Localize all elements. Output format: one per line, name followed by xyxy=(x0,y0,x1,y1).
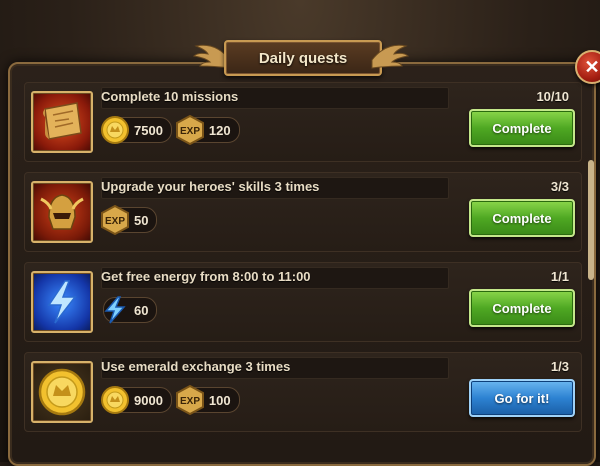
wing-ornament-icon xyxy=(371,44,410,69)
scrollbar[interactable] xyxy=(588,160,594,280)
reward-exp: EXP 100 xyxy=(175,385,240,415)
energy-bolt-icon xyxy=(104,296,126,324)
quest-progress: 3/3 xyxy=(550,179,569,194)
quest-title: Complete 10 missions xyxy=(101,89,239,104)
quest-title: Use emerald exchange 3 times xyxy=(101,359,291,374)
svg-text:EXP: EXP xyxy=(180,396,200,407)
reward-exp: EXP 50 xyxy=(101,205,158,235)
quest-row: Get free energy from 8:00 to 11:00 1/1 6… xyxy=(24,262,582,342)
gold-coin-icon xyxy=(101,386,129,414)
window-title: Daily quests xyxy=(258,49,348,67)
gold-coin-icon xyxy=(101,116,129,144)
svg-text:EXP: EXP xyxy=(180,126,200,137)
quest-row: Use emerald exchange 3 times 1/3 9000 EX… xyxy=(24,352,582,432)
go-for-it-button[interactable]: Go for it! xyxy=(469,379,575,417)
quest-title: Upgrade your heroes' skills 3 times xyxy=(101,179,320,194)
rewards: 9000 EXP 100 xyxy=(101,385,240,415)
complete-button[interactable]: Complete xyxy=(469,109,575,147)
exp-hex-icon: EXP xyxy=(175,115,204,145)
scroll-map-icon xyxy=(31,91,93,153)
rewards: 7500 EXP 120 xyxy=(101,115,240,145)
rewards: 60 xyxy=(103,296,158,325)
lightning-icon xyxy=(31,271,93,333)
close-icon: ✕ xyxy=(584,56,600,77)
svg-text:EXP: EXP xyxy=(105,216,125,227)
reward-gold: 9000 xyxy=(101,386,172,414)
reward-exp: EXP 120 xyxy=(175,115,240,145)
quest-row: Complete 10 missions 10/10 7500 EXP 120 … xyxy=(24,82,582,162)
quest-row: Upgrade your heroes' skills 3 times 3/3 … xyxy=(24,172,582,252)
exp-hex-icon: EXP xyxy=(101,205,129,235)
reward-gold: 7500 xyxy=(101,116,172,144)
quest-progress: 1/1 xyxy=(550,269,569,284)
exp-hex-icon: EXP xyxy=(175,385,204,415)
complete-button[interactable]: Complete xyxy=(469,199,575,237)
title-banner: Daily quests xyxy=(192,36,410,78)
quest-title: Get free energy from 8:00 to 11:00 xyxy=(101,269,311,284)
helmet-icon xyxy=(31,181,93,243)
reward-energy: 60 xyxy=(103,296,158,324)
quest-progress: 1/3 xyxy=(550,359,569,374)
complete-button[interactable]: Complete xyxy=(469,289,575,327)
rewards: EXP 50 xyxy=(101,205,158,235)
gold-crown-coin-icon xyxy=(31,361,93,423)
quest-panel: Complete 10 missions 10/10 7500 EXP 120 … xyxy=(8,62,596,466)
quest-progress: 10/10 xyxy=(536,89,569,104)
